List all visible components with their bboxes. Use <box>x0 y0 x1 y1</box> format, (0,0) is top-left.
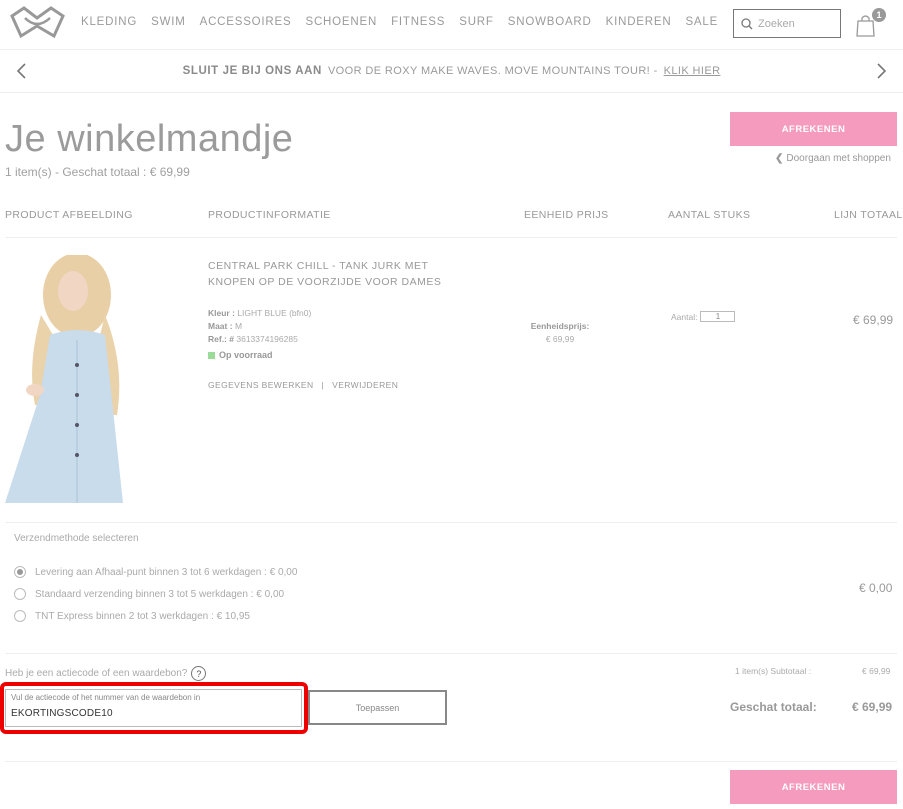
size-label: Maat : <box>208 321 233 331</box>
checkout-button-top[interactable]: AFREKENEN <box>730 112 897 146</box>
subtotal-value: € 69,99 <box>862 666 891 676</box>
divider <box>5 761 897 762</box>
promo-bar: SLUIT JE BIJ ONS AAN VOOR DE ROXY MAKE WA… <box>0 51 903 93</box>
nav-item-snowboard[interactable]: SNOWBOARD <box>508 16 592 28</box>
shipping-title: Verzendmethode selecteren <box>14 533 139 544</box>
product-image[interactable] <box>5 255 150 503</box>
promo-link[interactable]: KLIK HIER <box>664 65 721 77</box>
help-icon[interactable]: ? <box>191 666 207 681</box>
promo-message: VOOR DE ROXY MAKE WAVES. MOVE MOUNTAINS … <box>327 65 658 77</box>
color-label: Kleur : <box>208 308 235 318</box>
voucher-question-label: Heb je een actiecode of een waardebon? <box>5 668 188 679</box>
roxy-logo-icon[interactable] <box>10 6 65 40</box>
main-nav: KLEDING SWIM ACCESSOIRES SCHOENEN FITNES… <box>81 16 718 28</box>
voucher-field-label: Vul de actiecode of het nummer van de wa… <box>11 693 201 702</box>
header-product-image: PRODUCT AFBEELDING <box>5 209 133 221</box>
shipping-option-label: Levering aan Afhaal-punt binnen 3 tot 6 … <box>35 566 298 578</box>
separator: | <box>321 380 325 390</box>
shipping-option-standard[interactable]: Standaard verzending binnen 3 tot 5 werk… <box>14 588 284 600</box>
product-color: Kleur : LIGHT BLUE (bfn0) <box>208 308 311 318</box>
shipping-option-label: TNT Express binnen 2 tot 3 werkdagen : €… <box>35 610 250 622</box>
voucher-field[interactable]: Vul de actiecode of het nummer van de wa… <box>5 689 302 727</box>
promo-bold: SLUIT JE BIJ ONS AAN <box>182 65 322 77</box>
header-product-info: PRODUCTINFORMATIE <box>208 209 331 221</box>
divider <box>5 237 897 238</box>
ref-value: 3613374196285 <box>236 334 298 344</box>
nav-item-accessoires[interactable]: ACCESSOIRES <box>200 16 292 28</box>
radio-unselected[interactable] <box>14 610 26 622</box>
quantity: Aantal: <box>671 311 736 322</box>
radio-selected[interactable] <box>14 566 26 578</box>
checkout-button-bottom[interactable]: AFREKENEN <box>730 770 897 804</box>
top-navigation: KLEDING SWIM ACCESSOIRES SCHOENEN FITNES… <box>0 0 903 50</box>
cart-count-badge: 1 <box>872 8 886 22</box>
header-quantity: AANTAL STUKS <box>668 209 751 221</box>
header-unit-price: EENHEID PRIJS <box>524 209 609 221</box>
nav-item-kleding[interactable]: KLEDING <box>81 16 137 28</box>
shipping-option-express[interactable]: TNT Express binnen 2 tot 3 werkdagen : €… <box>14 610 250 622</box>
size-value: M <box>234 321 243 331</box>
nav-item-surf[interactable]: SURF <box>459 16 494 28</box>
product-ref: Ref.: # 3613374196285 <box>208 334 298 344</box>
shipping-option-label: Standaard verzending binnen 3 tot 5 werk… <box>35 588 285 600</box>
unit-price: Eenheidsprijs: € 69,99 <box>528 320 592 346</box>
page-title: Je winkelmandje <box>5 118 294 160</box>
search-box[interactable] <box>733 9 841 38</box>
divider <box>5 522 897 523</box>
unit-price-label: Eenheidsprijs: <box>530 321 590 331</box>
color-value: LIGHT BLUE (bfn0) <box>237 308 312 318</box>
line-total: € 69,99 <box>853 313 894 327</box>
radio-unselected[interactable] <box>14 588 26 600</box>
nav-item-fitness[interactable]: FITNESS <box>391 16 445 28</box>
nav-item-schoenen[interactable]: SCHOENEN <box>305 16 377 28</box>
stock-label: Op voorraad <box>219 350 273 360</box>
continue-shopping-label: Doorgaan met shoppen <box>786 153 891 164</box>
divider <box>5 653 897 654</box>
cart-summary: 1 item(s) - Geschat totaal : € 69,99 <box>5 165 190 179</box>
promo-text: SLUIT JE BIJ ONS AAN VOOR DE ROXY MAKE WA… <box>0 65 903 77</box>
voucher-input[interactable] <box>11 708 291 719</box>
search-input[interactable] <box>758 17 838 30</box>
nav-item-kinderen[interactable]: KINDEREN <box>606 16 672 28</box>
subtotal-label: 1 item(s) Subtotaal : <box>735 666 812 676</box>
quantity-input[interactable] <box>700 311 736 322</box>
total-value: € 69,99 <box>852 700 893 714</box>
nav-item-sale[interactable]: SALE <box>685 16 718 28</box>
chevron-left-icon: ❮ <box>775 153 784 164</box>
product-actions: GEGEVENS BEWERKEN | VERWIJDEREN <box>208 380 398 390</box>
chevron-right-icon[interactable] <box>874 63 888 79</box>
ref-label: Ref.: # <box>208 334 234 344</box>
shipping-price: € 0,00 <box>859 581 893 595</box>
apply-voucher-button[interactable]: Toepassen <box>308 690 447 725</box>
header-line-total: LIJN TOTAAL <box>834 209 903 221</box>
search-icon <box>741 17 753 29</box>
nav-item-swim[interactable]: SWIM <box>151 16 186 28</box>
remove-link[interactable]: VERWIJDEREN <box>332 380 398 390</box>
edit-details-link[interactable]: GEGEVENS BEWERKEN <box>208 380 314 390</box>
continue-shopping-link[interactable]: ❮ Doorgaan met shoppen <box>775 153 891 164</box>
shipping-option-pickup[interactable]: Levering aan Afhaal-punt binnen 3 tot 6 … <box>14 566 297 578</box>
unit-price-value: € 69,99 <box>545 334 575 344</box>
product-size: Maat : M <box>208 321 242 331</box>
stock-status: Op voorraad <box>208 350 273 360</box>
product-name[interactable]: CENTRAL PARK CHILL - TANK JURK MET KNOPE… <box>208 258 478 290</box>
voucher-question: Heb je een actiecode of een waardebon? ? <box>5 666 207 681</box>
cart-button[interactable]: 1 <box>856 8 886 38</box>
quantity-label: Aantal: <box>671 311 698 322</box>
stock-indicator-icon <box>208 351 215 359</box>
total-label: Geschat totaal: <box>730 700 817 714</box>
